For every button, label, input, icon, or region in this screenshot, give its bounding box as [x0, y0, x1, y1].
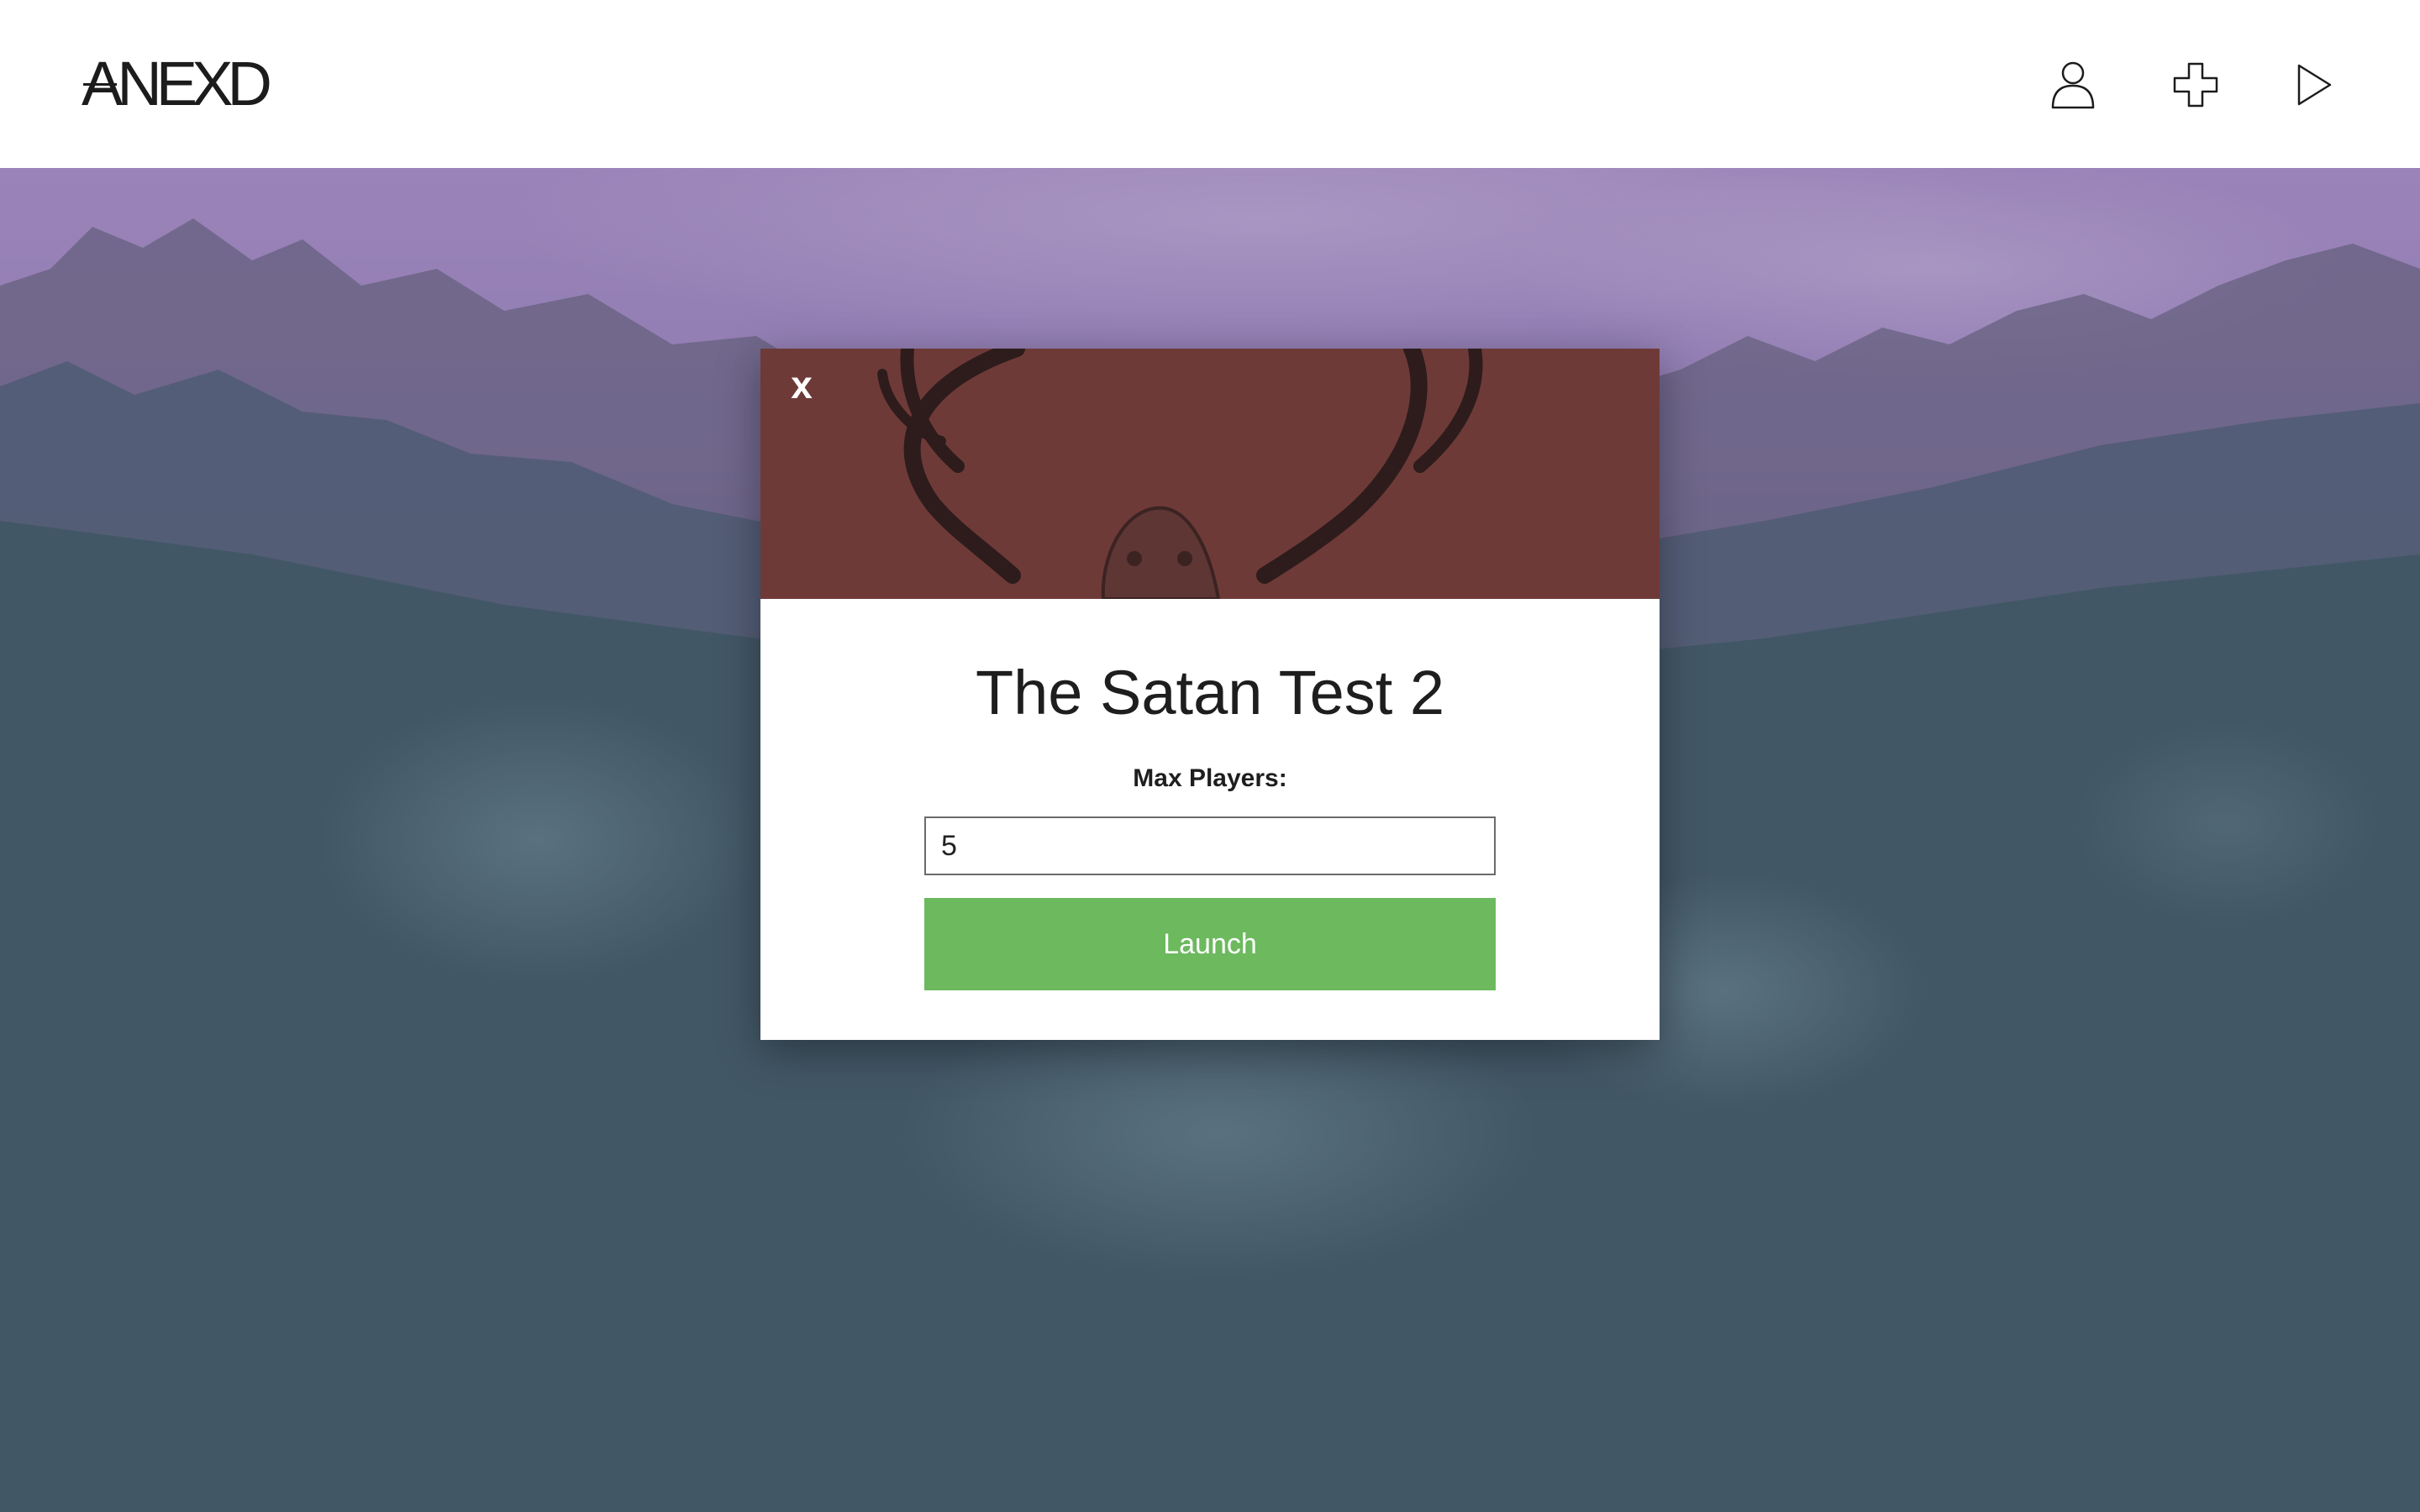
anexd-logo[interactable]: ANEXD	[82, 49, 272, 119]
logo-strike-mark	[83, 83, 117, 86]
play-icon	[2297, 64, 2332, 106]
game-banner-image	[760, 349, 1660, 599]
antler-skull-image	[877, 349, 1483, 599]
top-nav-bar: ANEXD	[0, 0, 2420, 168]
add-button[interactable]	[2166, 55, 2225, 114]
max-players-input[interactable]	[924, 816, 1496, 875]
game-title: The Satan Test 2	[975, 658, 1445, 727]
launch-button[interactable]: Launch	[924, 898, 1496, 990]
profile-button[interactable]	[2044, 55, 2102, 114]
max-players-label: Max Players:	[1133, 764, 1287, 792]
app-root: ANEXD x The Satan Test 2 Max Players: 5 …	[0, 0, 2420, 1512]
close-dialog-button[interactable]: x	[781, 364, 823, 406]
profile-icon	[2051, 61, 2095, 109]
add-icon	[2173, 62, 2218, 108]
play-button[interactable]	[2285, 55, 2344, 114]
